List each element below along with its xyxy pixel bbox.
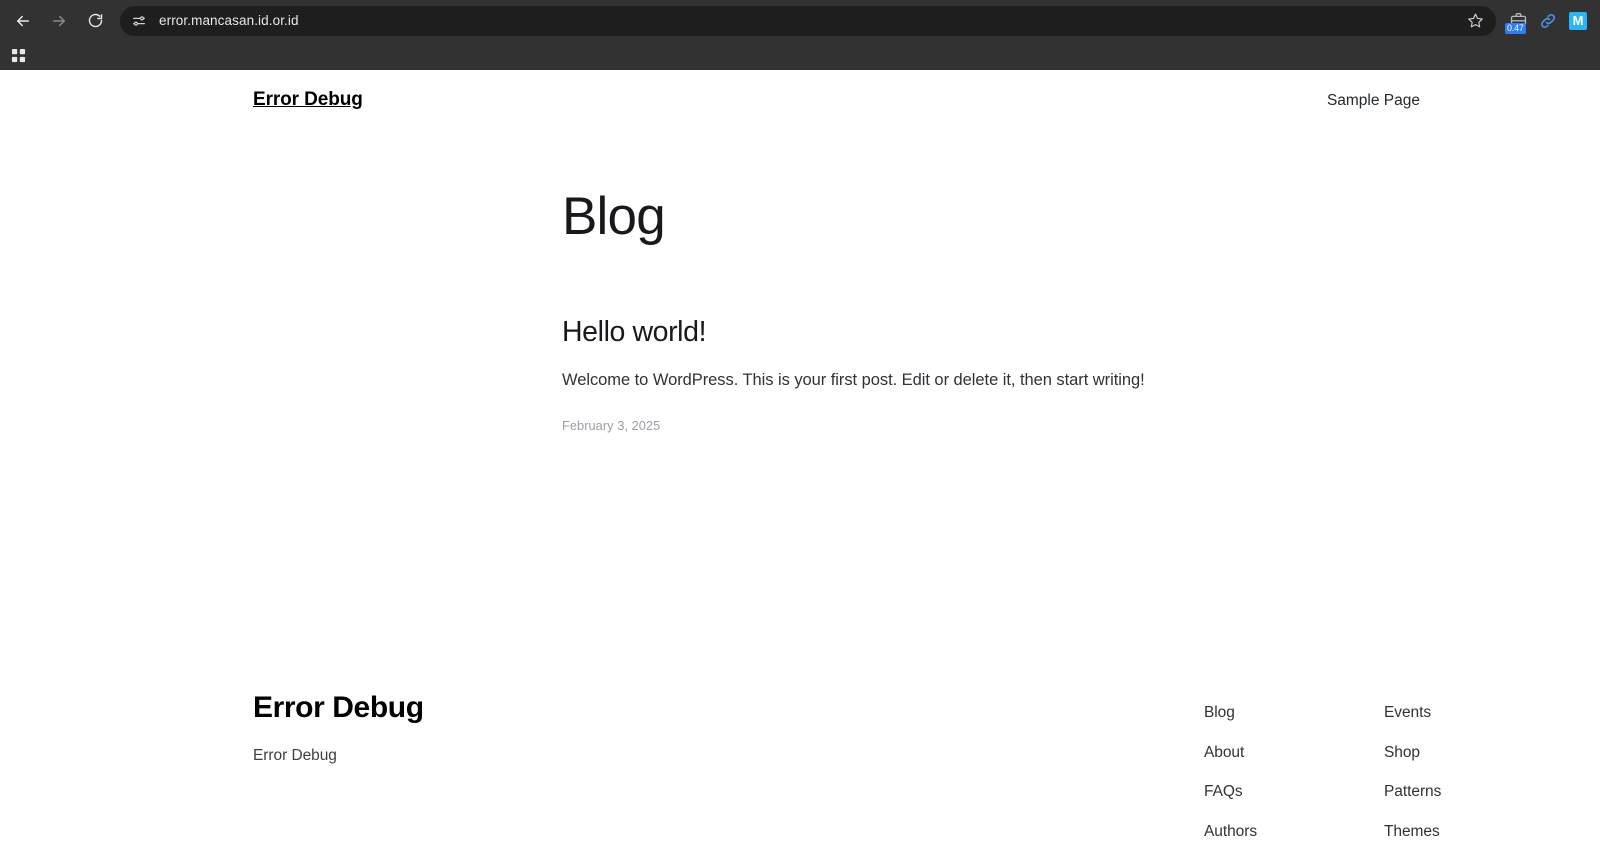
post-excerpt: Welcome to WordPress. This is your first… (562, 371, 1145, 390)
footer-link-authors[interactable]: Authors (1204, 823, 1384, 842)
page-viewport: Error Debug Sample Page Blog Hello world… (0, 70, 1600, 859)
footer-tagline: Error Debug (253, 747, 337, 764)
site-header: Error Debug Sample Page (0, 70, 1600, 140)
back-arrow-icon (17, 15, 29, 26)
apps-grid-icon[interactable] (6, 44, 30, 68)
footer-column-2: Events Shop Patterns Themes (1384, 704, 1564, 841)
forward-button[interactable] (44, 6, 74, 36)
footer-link-shop[interactable]: Shop (1384, 744, 1564, 763)
footer-link-themes[interactable]: Themes (1384, 823, 1564, 842)
post-title-link[interactable]: Hello world! (562, 315, 1262, 349)
footer-brand: Error Debug Error Debug (253, 690, 424, 765)
footer-link-faqs[interactable]: FAQs (1204, 783, 1384, 802)
footer-link-events[interactable]: Events (1384, 704, 1564, 723)
post-date: February 3, 2025 (562, 417, 661, 433)
nav-item-sample-page[interactable]: Sample Page (1327, 92, 1420, 110)
mail-extension-letter: M (1569, 11, 1587, 30)
url-text: error.mancasan.id.or.id (159, 13, 299, 28)
back-button[interactable] (8, 6, 38, 36)
footer-link-blog[interactable]: Blog (1204, 704, 1384, 723)
link-chain-extension-icon[interactable] (1534, 7, 1562, 35)
star-outline-icon[interactable] (1464, 10, 1486, 32)
post-list: Hello world! Welcome to WordPress. This … (562, 315, 1262, 433)
forward-arrow-icon (53, 15, 65, 26)
browser-toolbar: error.mancasan.id.or.id 0.47 M (0, 0, 1600, 41)
site-title-link[interactable]: Error Debug (253, 89, 363, 111)
reload-button[interactable] (80, 6, 110, 36)
primary-navigation: Sample Page (1327, 92, 1420, 110)
footer-column-1: Blog About FAQs Authors (1204, 704, 1384, 841)
bookmarks-bar (0, 41, 1600, 70)
toolbox-extension-icon[interactable]: 0.47 (1504, 7, 1532, 35)
address-bar[interactable]: error.mancasan.id.or.id (120, 5, 1496, 36)
browser-chrome: error.mancasan.id.or.id 0.47 M (0, 0, 1600, 70)
mail-extension-icon[interactable]: M (1564, 7, 1592, 35)
page-title: Blog (562, 187, 666, 246)
tune-sliders-icon[interactable] (128, 10, 150, 32)
footer-link-about[interactable]: About (1204, 744, 1384, 763)
footer-link-patterns[interactable]: Patterns (1384, 783, 1564, 802)
post-item: Hello world! Welcome to WordPress. This … (562, 315, 1262, 433)
reload-icon (88, 13, 102, 28)
extension-badge-count: 0.47 (1505, 22, 1526, 34)
footer-site-title[interactable]: Error Debug (253, 690, 424, 726)
footer-navigation: Blog About FAQs Authors Events Shop Patt… (1204, 704, 1564, 841)
